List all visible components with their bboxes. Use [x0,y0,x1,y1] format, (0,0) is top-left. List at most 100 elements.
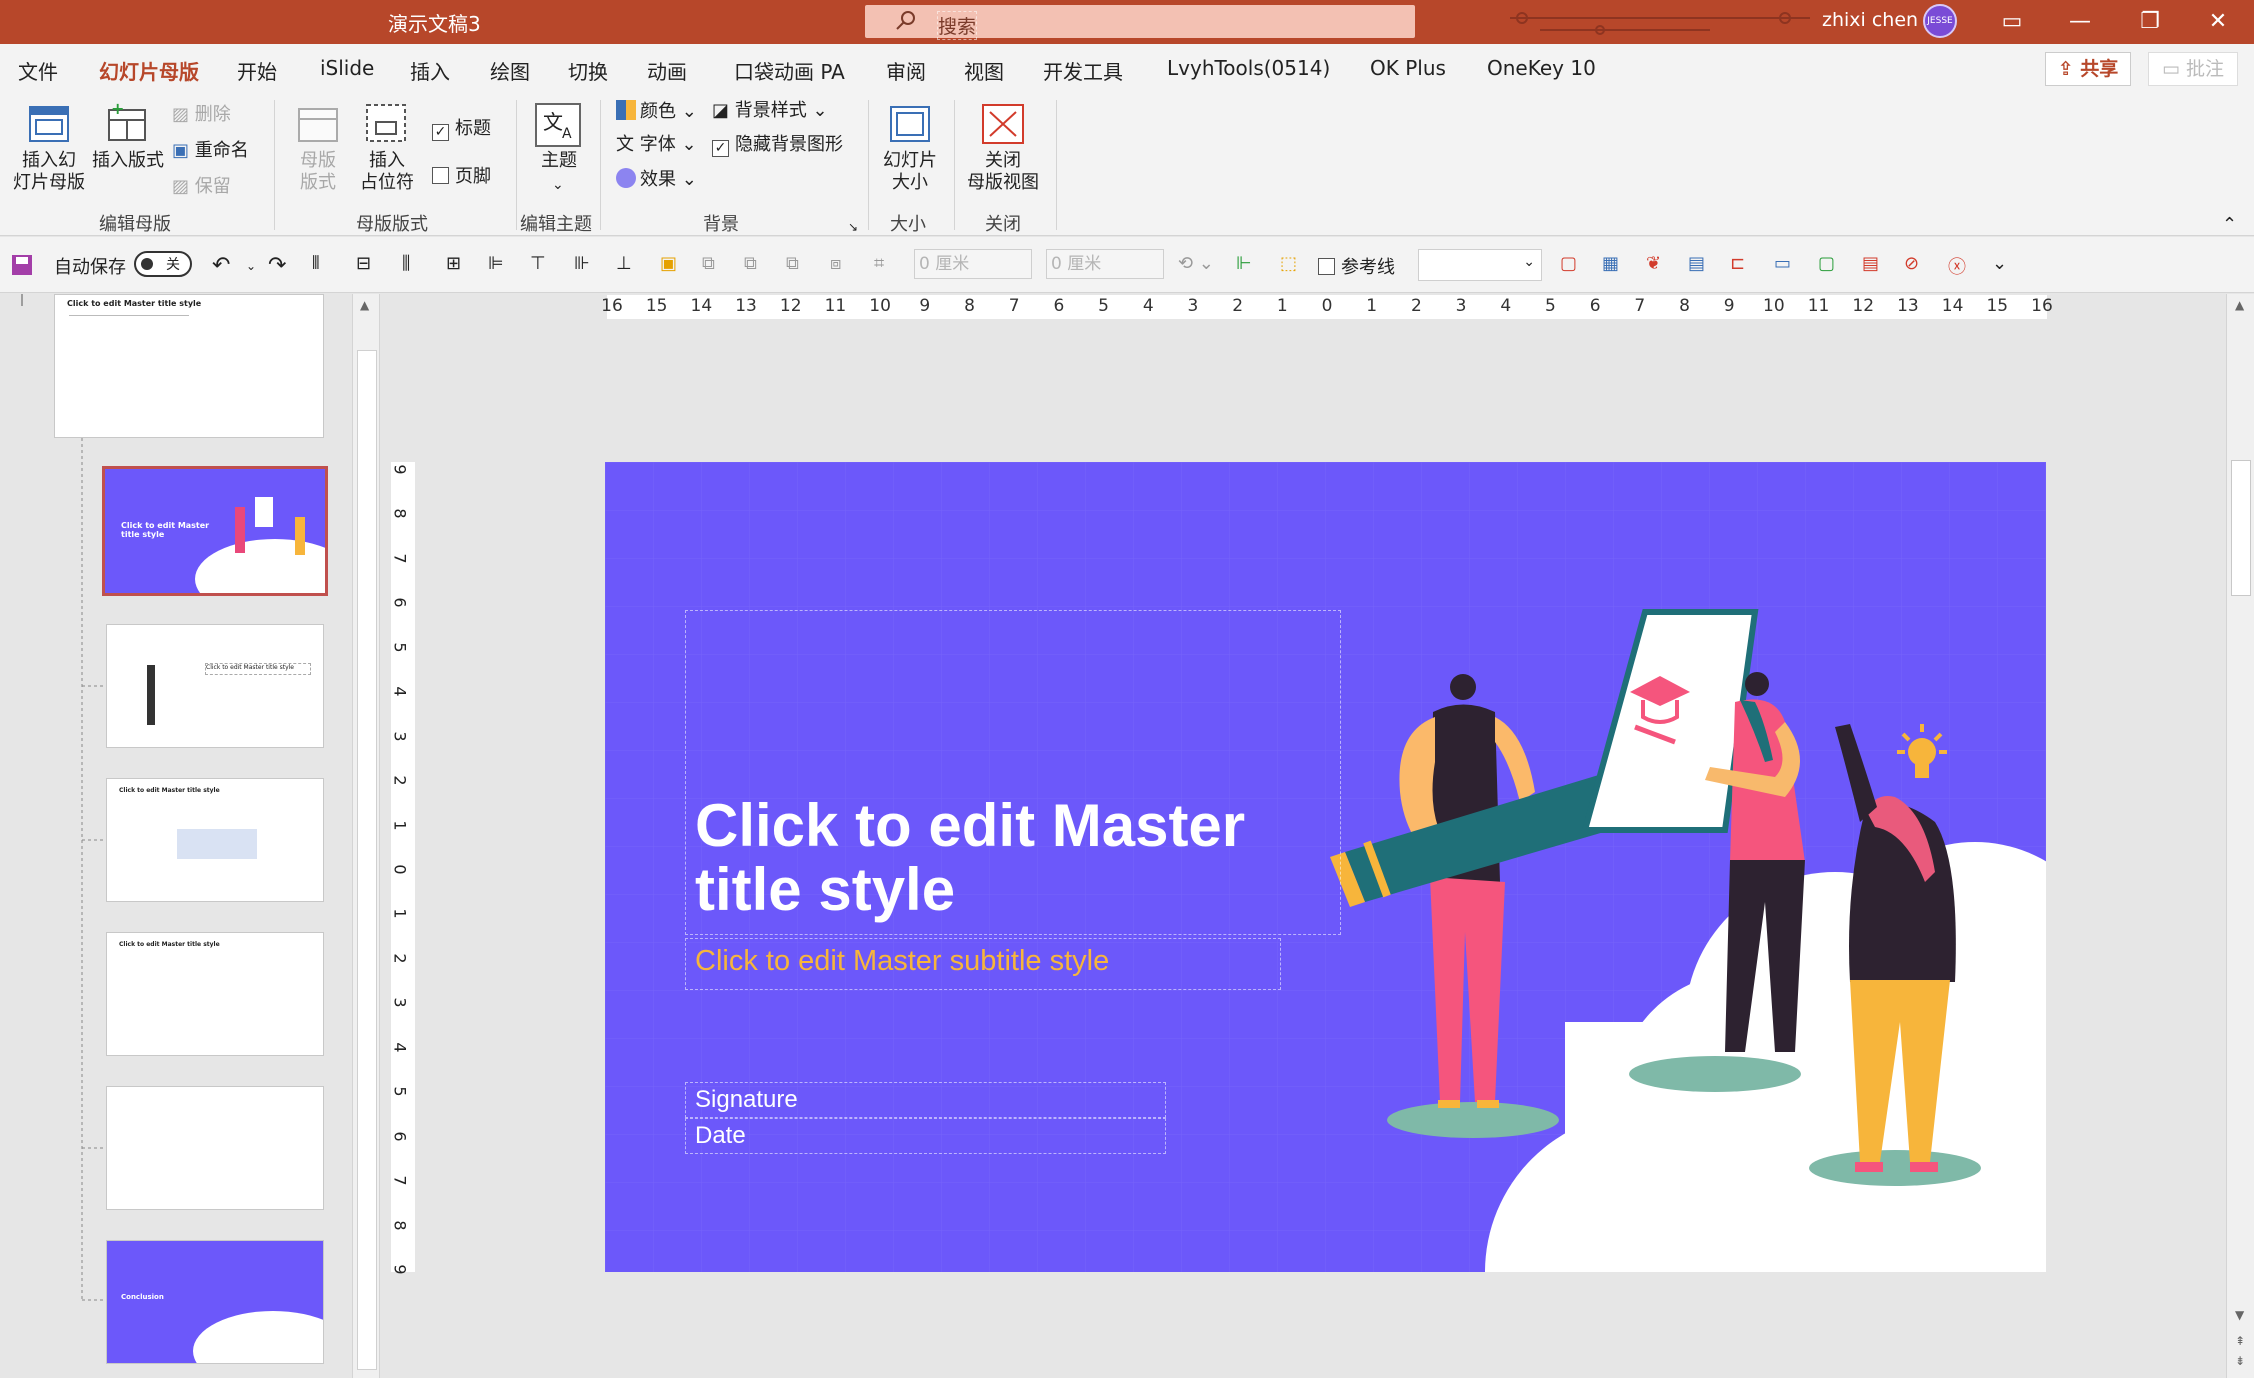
tab-onekey[interactable]: OneKey 10 [1487,56,1596,80]
insert-slide-master-button[interactable]: 插入幻 灯片母版 [10,150,88,194]
theme-button[interactable]: 主题 [537,150,581,172]
bring-forward-icon[interactable]: ⧉ [702,253,715,274]
thumb-master[interactable]: Click to edit Master title style [54,294,324,438]
background-dialog-launcher-icon[interactable]: ↘ [848,216,858,238]
scroll-up-icon[interactable]: ▲ [2235,298,2244,312]
undo-dropdown-icon[interactable]: ⌄ [246,259,256,273]
redo-icon[interactable]: ↷ [268,253,286,278]
undo-icon[interactable]: ↶ [212,253,230,278]
fonts-button[interactable]: 文 字体 ⌄ [616,134,697,156]
tab-view[interactable]: 视图 [964,56,1004,85]
height-field[interactable]: 0 厘米 [914,249,1032,279]
save-icon[interactable] [10,253,34,277]
autosave-toggle[interactable]: 关 [134,251,192,277]
align-left-icon[interactable]: ⊫ [488,253,504,274]
tab-draw[interactable]: 绘图 [490,56,530,85]
tab-review[interactable]: 审阅 [886,56,926,85]
share-button[interactable]: ⇪ 共享 [2045,52,2131,86]
collapse-ribbon-icon[interactable]: ⌃ [2222,214,2237,236]
selection-pane-icon[interactable]: ⬚ [1280,253,1297,274]
tab-slide-master[interactable]: 幻灯片母版 [99,56,199,95]
slide-subtitle[interactable]: Click to edit Master subtitle style [695,945,1109,978]
tab-islide[interactable]: iSlide [320,56,374,80]
footer-checkbox[interactable]: 页脚 [432,166,491,188]
effects-button[interactable]: 效果 ⌄ [616,168,697,191]
tool-ex-icon[interactable]: ⓧ [1948,253,1966,279]
align-center-v-icon[interactable]: ⊟ [356,253,371,274]
thumb-layout-3[interactable]: Click to edit Master title style [106,624,324,748]
title-checkbox[interactable]: ✓ 标题 [432,118,491,141]
rename-button[interactable]: ▣ 重命名 [172,140,249,162]
shape-outline-icon[interactable]: ▣ [660,253,677,274]
crop-icon[interactable]: ⌗ [874,253,884,274]
close-icon[interactable]: ✕ [2198,6,2238,38]
slide-title[interactable]: Click to edit Master title style [695,794,1335,922]
thumbnails-scrollbar[interactable]: ▲ [352,294,380,1378]
font-select[interactable]: ⌄ [1418,249,1542,281]
slide-size-button[interactable]: 幻灯片 大小 [876,150,944,194]
preserve-button[interactable]: ▨ 保留 [172,176,231,198]
colors-button[interactable]: 颜色 ⌄ [616,100,697,123]
align-bottom-icon[interactable]: ⊥ [616,253,632,274]
tab-okplus[interactable]: OK Plus [1370,56,1446,80]
tool-picture-icon[interactable]: ▦ [1602,253,1619,274]
send-backward-icon[interactable]: ⧉ [744,253,757,274]
comment-button[interactable]: ▭ 批注 [2148,52,2238,86]
tab-animations[interactable]: 动画 [647,56,687,85]
hide-background-checkbox[interactable]: ✓ 隐藏背景图形 [712,134,843,157]
tab-developer[interactable]: 开发工具 [1043,56,1123,85]
tool-bird-icon[interactable]: ❦ [1646,253,1661,274]
tool-chart-icon[interactable]: ⊏ [1730,253,1745,274]
restore-icon[interactable]: ❐ [2130,6,2170,38]
guides-checkbox[interactable]: 参考线 [1318,253,1395,279]
avatar[interactable]: JESSE [1923,4,1957,38]
previous-slide-icon[interactable]: ⇞ [2235,1334,2245,1348]
thumb-layout-7[interactable]: Conclusion [106,1240,324,1364]
scroll-down-icon[interactable]: ▼ [2235,1308,2244,1322]
align-center-h-icon[interactable]: ⫼ [402,253,410,274]
align-top-icon[interactable]: ⊤ [530,253,546,274]
tool-slash-icon[interactable]: ⊘ [1904,253,1919,274]
insert-layout-button[interactable]: 插入版式 [92,150,164,172]
background-styles-button[interactable]: ◪ 背景样式 ⌄ [712,100,828,122]
align-right-icon[interactable]: ⊪ [574,253,590,274]
tab-lvyhtools[interactable]: LvyhTools(0514) [1167,56,1330,80]
ungroup-icon[interactable]: ⧈ [830,253,841,274]
align-middle-icon[interactable]: ⊞ [446,253,461,274]
tab-pocket-animation[interactable]: 口袋动画 PA [734,56,845,85]
tool-table-icon[interactable]: ▤ [1862,253,1879,274]
scroll-thumb[interactable] [2231,460,2251,596]
tool-ruler-icon[interactable]: ▭ [1774,253,1791,274]
thumb-layout-5[interactable]: Click to edit Master title style [106,932,324,1056]
tool-frame-icon[interactable]: ▢ [1560,253,1577,274]
minimize-icon[interactable]: — [2060,6,2100,38]
tool-frame-green-icon[interactable]: ▢ [1818,253,1835,274]
date-text[interactable]: Date [695,1122,746,1150]
align-distribute-h-icon[interactable]: ⫴ [312,253,320,274]
scroll-thumb[interactable] [357,350,377,1370]
date-placeholder[interactable] [685,1118,1166,1154]
next-slide-icon[interactable]: ⇟ [2235,1354,2245,1368]
thumb-title-layout[interactable]: Click to edit Master title style [102,466,328,596]
user-name[interactable]: zhixi chen [1822,9,1918,31]
search-box[interactable]: 搜索 [865,5,1415,40]
slide-canvas[interactable]: Click to edit Master title style Click t… [605,462,2046,1272]
group-icon[interactable]: ⧉ [786,253,799,274]
theme-dropdown-icon[interactable]: ⌄ [552,174,564,196]
distribute-icon[interactable]: ⊩ [1236,253,1252,274]
insert-placeholder-button[interactable]: 插入 占位符 [350,150,424,194]
thumb-layout-4[interactable]: Click to edit Master title style [106,778,324,902]
tab-transitions[interactable]: 切换 [568,56,608,85]
tab-insert[interactable]: 插入 [410,56,450,85]
customize-toolbar-icon[interactable]: ⌄ [1992,253,2007,274]
close-master-view-button[interactable]: 关闭 母版视图 [962,150,1044,194]
editor-scrollbar[interactable]: ▲ ▼ ⇞ ⇟ [2226,294,2254,1378]
tool-layers-icon[interactable]: ▤ [1688,253,1705,274]
tab-file[interactable]: 文件 [18,56,58,85]
tab-home[interactable]: 开始 [237,56,277,85]
signature-text[interactable]: Signature [695,1086,798,1114]
thumb-layout-6[interactable] [106,1086,324,1210]
width-field[interactable]: 0 厘米 [1046,249,1164,279]
master-layout-button[interactable]: 母版 版式 [290,150,346,194]
ribbon-display-options-icon[interactable]: ▭ [1992,6,2032,38]
